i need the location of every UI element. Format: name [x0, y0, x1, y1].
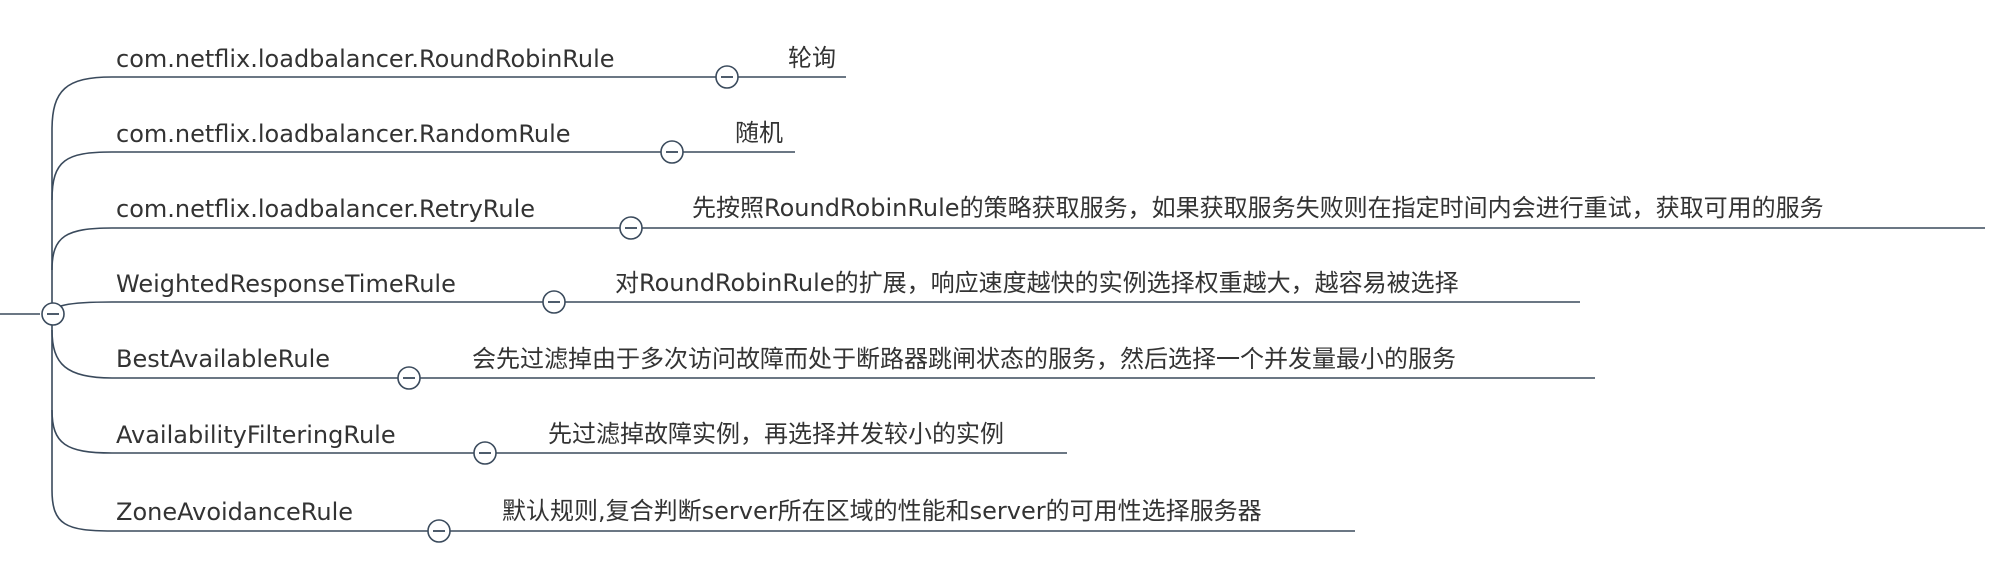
rule-label: AvailabilityFilteringRule [116, 421, 396, 449]
collapse-toggle[interactable] [619, 216, 643, 240]
rule-label: com.netflix.loadbalancer.RoundRobinRule [116, 45, 615, 73]
branch-1 [51, 151, 113, 201]
collapse-toggle[interactable] [715, 65, 739, 89]
rule-description: 先按照RoundRobinRule的策略获取服务，如果获取服务失败则在指定时间内… [692, 194, 1824, 222]
rule-node-roundrobin: com.netflix.loadbalancer.RoundRobinRule … [112, 44, 846, 89]
rule-node-bestavailable: BestAvailableRule 会先过滤掉由于多次访问故障而处于断路器跳闸状… [51, 329, 1595, 390]
rule-description: 轮询 [788, 44, 836, 72]
rule-node-availabilityfiltering: AvailabilityFilteringRule 先过滤掉故障实例，再选择并发… [51, 409, 1067, 465]
rule-label: ZoneAvoidanceRule [116, 498, 353, 526]
rule-label: com.netflix.loadbalancer.RetryRule [116, 195, 535, 223]
branch-connector [51, 329, 113, 379]
trunk-branch-line [51, 76, 113, 532]
collapse-toggle[interactable] [660, 140, 684, 164]
rule-description: 会先过滤掉由于多次访问故障而处于断路器跳闸状态的服务，然后选择一个并发量最小的服… [472, 345, 1456, 373]
rule-description: 对RoundRobinRule的扩展，响应速度越快的实例选择权重越大，越容易被选… [615, 269, 1459, 297]
root-collapse-toggle[interactable] [41, 302, 65, 326]
rule-node-retry: com.netflix.loadbalancer.RetryRule 先按照Ro… [51, 194, 1985, 271]
collapse-toggle[interactable] [542, 290, 566, 314]
rule-label: com.netflix.loadbalancer.RandomRule [116, 120, 571, 148]
branch-connector [51, 151, 113, 201]
collapse-toggle[interactable] [427, 519, 451, 543]
rule-node-random: com.netflix.loadbalancer.RandomRule 随机 [112, 119, 795, 164]
rule-description: 默认规则,复合判断server所在区域的性能和server的可用性选择服务器 [502, 497, 1262, 525]
rule-node-weighted: WeightedResponseTimeRule 对RoundRobinRule… [51, 269, 1580, 315]
rule-label: WeightedResponseTimeRule [116, 270, 456, 298]
mind-map-canvas: com.netflix.loadbalancer.RoundRobinRule … [0, 44, 1985, 543]
rule-node-zoneavoidance: ZoneAvoidanceRule 默认规则,复合判断server所在区域的性能… [112, 497, 1355, 543]
rule-description: 先过滤掉故障实例，再选择并发较小的实例 [548, 420, 1004, 448]
collapse-toggle[interactable] [473, 441, 497, 465]
rule-label: BestAvailableRule [116, 345, 330, 373]
collapse-toggle[interactable] [397, 366, 421, 390]
branch-connector [51, 409, 113, 454]
rule-description: 随机 [735, 119, 783, 147]
branch-connector [51, 227, 113, 271]
